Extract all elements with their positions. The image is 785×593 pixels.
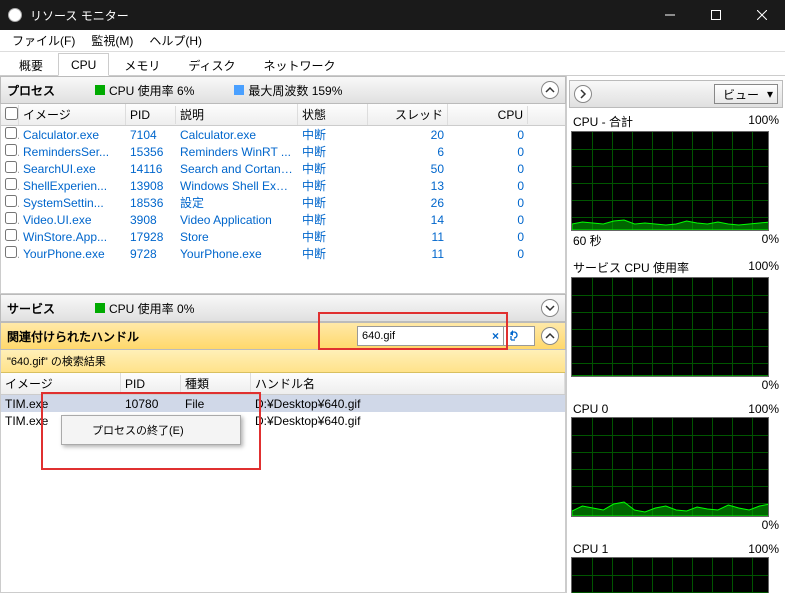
process-table: イメージ PID 説明 状態 スレッド CPU Calculator.exe71… — [0, 104, 566, 294]
graph-g1: CPU - 合計100% 60 秒0% — [571, 112, 781, 250]
select-all-checkbox[interactable] — [5, 107, 18, 120]
handle-row[interactable]: TIM.exe10780FileD:¥Desktop¥640.gif — [1, 395, 565, 412]
minimize-button[interactable] — [647, 0, 693, 30]
handle-search-box: × — [357, 326, 535, 346]
cpu-usage-stat: CPU 使用率 6% — [109, 82, 194, 99]
clear-search-button[interactable]: × — [488, 329, 503, 343]
search-results-label: "640.gif" の検索結果 — [1, 350, 565, 373]
row-checkbox[interactable] — [5, 144, 17, 156]
tab-cpu[interactable]: CPU — [58, 53, 109, 76]
row-checkbox[interactable] — [5, 161, 17, 173]
services-title: サービス — [7, 300, 55, 317]
menu-help[interactable]: ヘルプ(H) — [141, 30, 210, 51]
handles-header[interactable]: 関連付けられたハンドル × — [0, 322, 566, 350]
col-pid[interactable]: PID — [126, 106, 176, 124]
hcol-type[interactable]: 種類 — [181, 373, 251, 394]
tab-overview[interactable]: 概要 — [6, 52, 56, 75]
tab-bar: 概要 CPU メモリ ディスク ネットワーク — [0, 52, 785, 76]
graph-g3: CPU 0100% 0% — [571, 401, 781, 533]
end-process-menu-item[interactable]: プロセスの終了(E) — [64, 418, 238, 442]
collapse-processes-button[interactable] — [541, 81, 559, 99]
hcol-pid[interactable]: PID — [121, 375, 181, 393]
handles-panel: "640.gif" の検索結果 イメージ PID 種類 ハンドル名 TIM.ex… — [0, 350, 566, 593]
expand-graphs-button[interactable] — [574, 85, 592, 103]
collapse-services-button[interactable] — [541, 299, 559, 317]
row-checkbox[interactable] — [5, 212, 17, 224]
processes-title: プロセス — [7, 82, 55, 99]
process-row[interactable]: WinStore.App...17928 Store中断 110 — [1, 228, 565, 245]
services-cpu-stat: CPU 使用率 0% — [109, 300, 194, 317]
process-row[interactable]: Video.UI.exe3908 Video Application中断 140 — [1, 211, 565, 228]
col-image[interactable]: イメージ — [19, 104, 126, 125]
row-checkbox[interactable] — [5, 178, 17, 190]
col-cpu[interactable]: CPU — [448, 106, 528, 124]
graph-g2: サービス CPU 使用率100% 0% — [571, 258, 781, 393]
row-checkbox[interactable] — [5, 246, 17, 258]
process-row[interactable]: SearchUI.exe14116 Search and Cortana ...… — [1, 160, 565, 177]
row-checkbox[interactable] — [5, 195, 17, 207]
process-row[interactable]: RemindersSer...15356 Reminders WinRT ...… — [1, 143, 565, 160]
hcol-image[interactable]: イメージ — [1, 373, 121, 394]
hcol-name[interactable]: ハンドル名 — [251, 373, 565, 394]
handles-title: 関連付けられたハンドル — [7, 328, 139, 345]
tab-network[interactable]: ネットワーク — [251, 52, 349, 75]
window-title: リソース モニター — [30, 7, 647, 24]
graphs-toolbar: ビュー▾ — [569, 80, 783, 108]
process-row[interactable]: ShellExperien...13908 Windows Shell Expe… — [1, 177, 565, 194]
handle-search-input[interactable] — [358, 330, 488, 342]
graph-g4: CPU 1100% — [571, 541, 781, 593]
col-threads[interactable]: スレッド — [368, 104, 448, 125]
menu-file[interactable]: ファイル(F) — [4, 30, 83, 51]
maximize-button[interactable] — [693, 0, 739, 30]
tab-memory[interactable]: メモリ — [111, 52, 173, 75]
process-row[interactable]: YourPhone.exe9728 YourPhone.exe中断 110 — [1, 245, 565, 262]
row-checkbox[interactable] — [5, 127, 17, 139]
tab-disk[interactable]: ディスク — [175, 52, 248, 75]
menu-monitor[interactable]: 監視(M) — [83, 30, 141, 51]
graphs-panel: ビュー▾ CPU - 合計100% 60 秒0%サービス CPU 使用率100%… — [567, 76, 785, 593]
titlebar: リソース モニター — [0, 0, 785, 30]
processes-header[interactable]: プロセス CPU 使用率 6% 最大周波数 159% — [0, 76, 566, 104]
collapse-handles-button[interactable] — [541, 327, 559, 345]
app-icon — [8, 8, 22, 22]
col-status[interactable]: 状態 — [298, 104, 368, 125]
menubar: ファイル(F) 監視(M) ヘルプ(H) — [0, 30, 785, 52]
services-header[interactable]: サービス CPU 使用率 0% — [0, 294, 566, 322]
view-dropdown[interactable]: ビュー▾ — [714, 84, 778, 104]
close-button[interactable] — [739, 0, 785, 30]
search-button[interactable] — [503, 327, 526, 345]
col-desc[interactable]: 説明 — [176, 104, 298, 125]
context-menu: プロセスの終了(E) — [61, 415, 241, 445]
process-row[interactable]: Calculator.exe7104 Calculator.exe中断 200 — [1, 126, 565, 143]
process-row[interactable]: SystemSettin...18536 設定中断 260 — [1, 194, 565, 211]
row-checkbox[interactable] — [5, 229, 17, 241]
max-freq-stat: 最大周波数 159% — [248, 82, 342, 99]
